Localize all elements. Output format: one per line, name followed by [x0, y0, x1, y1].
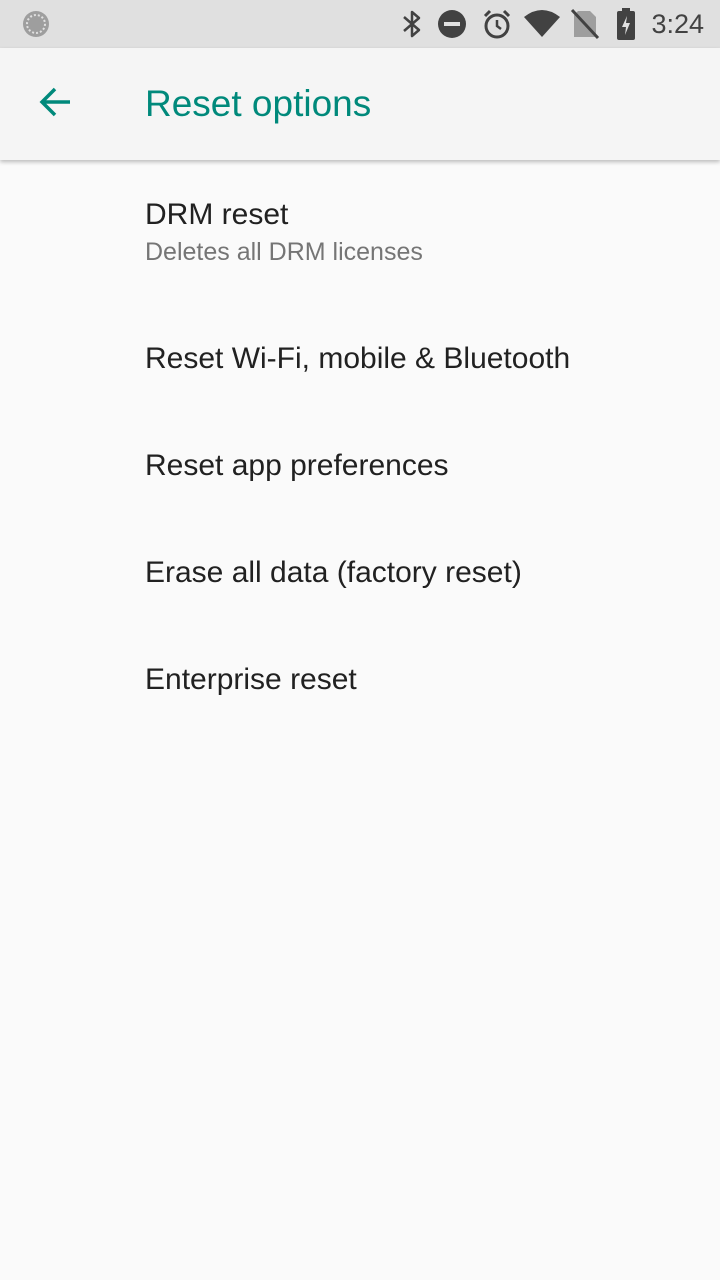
- list-item-summary: Deletes all DRM licenses: [145, 238, 423, 266]
- battery-charging-icon: [612, 0, 640, 48]
- app-toolbar: Reset options: [0, 48, 720, 160]
- list-item-title: Reset app preferences: [145, 448, 449, 482]
- list-item-title: Enterprise reset: [145, 662, 357, 696]
- status-time: 3:24: [651, 9, 704, 39]
- settings-list: DRM reset Deletes all DRM licenses Reset…: [0, 160, 720, 733]
- drm-reset-item[interactable]: DRM reset Deletes all DRM licenses: [0, 160, 720, 305]
- no-sim-icon: [568, 0, 602, 48]
- arrow-back-icon: [38, 84, 74, 125]
- back-button[interactable]: [24, 72, 88, 136]
- enterprise-reset-item[interactable]: Enterprise reset: [0, 626, 720, 733]
- bluetooth-icon: [398, 0, 426, 48]
- sync-icon: [20, 0, 52, 48]
- do-not-disturb-icon: [436, 0, 468, 48]
- status-bar: 3:24: [0, 0, 720, 48]
- reset-network-item[interactable]: Reset Wi-Fi, mobile & Bluetooth: [0, 305, 720, 412]
- page-title: Reset options: [145, 83, 372, 124]
- factory-reset-item[interactable]: Erase all data (factory reset): [0, 519, 720, 626]
- wifi-icon: [522, 0, 562, 48]
- alarm-icon: [480, 0, 514, 48]
- list-item-title: Erase all data (factory reset): [145, 555, 522, 589]
- reset-app-preferences-item[interactable]: Reset app preferences: [0, 412, 720, 519]
- list-item-title: Reset Wi-Fi, mobile & Bluetooth: [145, 341, 571, 375]
- list-item-title: DRM reset: [145, 198, 289, 231]
